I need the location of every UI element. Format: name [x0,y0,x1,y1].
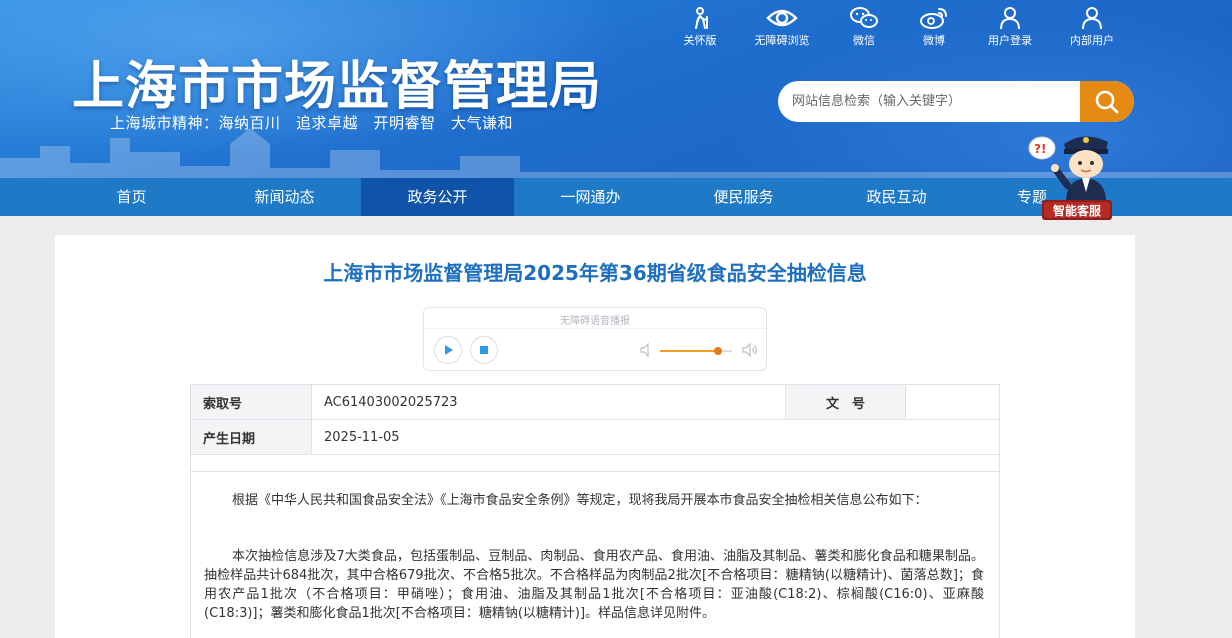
weibo-link[interactable]: 微博 [894,6,974,48]
accessibility-link[interactable]: 无障碍浏览 [742,6,822,48]
volume-low-icon [640,343,649,357]
stop-button[interactable] [470,336,498,364]
player-label: 无障碍语音播报 [560,316,630,327]
play-button[interactable] [434,336,462,364]
play-icon [445,345,453,355]
date-value: 2025-11-05 [311,419,1000,455]
volume-fill [660,350,718,352]
city-motto: 上海城市精神：海纳百川 追求卓越 开明睿智 大气谦和 [110,114,514,132]
volume-knob[interactable] [713,347,722,355]
audio-player: 无障碍语音播报 [423,307,767,371]
nav-item-interaction[interactable]: 政民互动 [820,178,973,216]
nav-item-online-services[interactable]: 一网通办 [514,178,667,216]
weibo-icon [920,8,947,29]
wechat-label: 微信 [853,34,875,47]
document-number-label: 文 号 [785,384,906,420]
user-login-label: 用户登录 [988,34,1032,47]
internal-user-link[interactable]: 内部用户 [1052,6,1132,48]
volume-high-icon [742,342,757,358]
article-title: 上海市市场监督管理局2025年第36期省级食品安全抽检信息 [323,261,867,285]
internal-user-icon [1082,7,1102,30]
elder-care-link[interactable]: 关怀版 [660,6,740,48]
search-input[interactable] [778,81,1078,122]
table-row: 索取号 AC61403002025723 文 号 [190,384,1000,420]
user-icon [1000,7,1020,30]
elder-care-label: 关怀版 [683,34,717,47]
article-body: 根据《中华人民共和国食品安全法》《上海市食品安全条例》等规定，现将我局开展本市食… [190,471,1000,638]
nav-item-home[interactable]: 首页 [55,178,208,216]
article-paragraph: 根据《中华人民共和国食品安全法》《上海市食品安全条例》等规定，现将我局开展本市食… [232,493,928,508]
nav-item-government-affairs[interactable]: 政务公开 [361,178,514,216]
table-row: 产生日期 2025-11-05 [190,419,1000,455]
accessibility-label: 无障碍浏览 [754,34,810,47]
internal-user-label: 内部用户 [1070,34,1114,47]
document-meta-table: 索取号 AC61403002025723 文 号 产生日期 2025-11-05 [190,384,1000,472]
site-search [778,81,1134,122]
eye-icon [766,9,798,27]
date-label: 产生日期 [190,419,312,455]
index-number-label: 索取号 [190,384,312,420]
wechat-link[interactable]: 微信 [824,6,904,48]
table-row [190,454,1000,472]
elder-care-icon [695,7,708,29]
stop-icon [480,346,488,354]
smart-service-robot[interactable]: ?! 智能客服 [1026,126,1118,224]
volume-slider[interactable] [660,347,732,355]
search-icon [1095,90,1119,113]
robot-bubble: ?! [1034,142,1046,156]
nav-item-news[interactable]: 新闻动态 [208,178,361,216]
article-paragraph: 本次抽检信息涉及7大类食品，包括蛋制品、豆制品、肉制品、食用农产品、食用油、油脂… [204,549,984,621]
user-login-link[interactable]: 用户登录 [970,6,1050,48]
index-number-value: AC61403002025723 [311,384,786,420]
nav-item-public-services[interactable]: 便民服务 [667,178,820,216]
top-links: 关怀版 无障碍浏览 微信 微博 用户登录 内部用户 [660,6,1140,50]
weibo-label: 微博 [923,34,945,47]
site-title[interactable]: 上海市市场监督管理局 [72,44,602,119]
player-divider [424,328,766,329]
robot-label: 智能客服 [1052,203,1102,218]
document-number-value [905,384,1000,420]
article-container: 上海市市场监督管理局2025年第36期省级食品安全抽检信息 无障碍语音播报 索取… [55,235,1135,638]
search-button[interactable] [1080,81,1134,122]
wechat-icon [850,7,878,28]
